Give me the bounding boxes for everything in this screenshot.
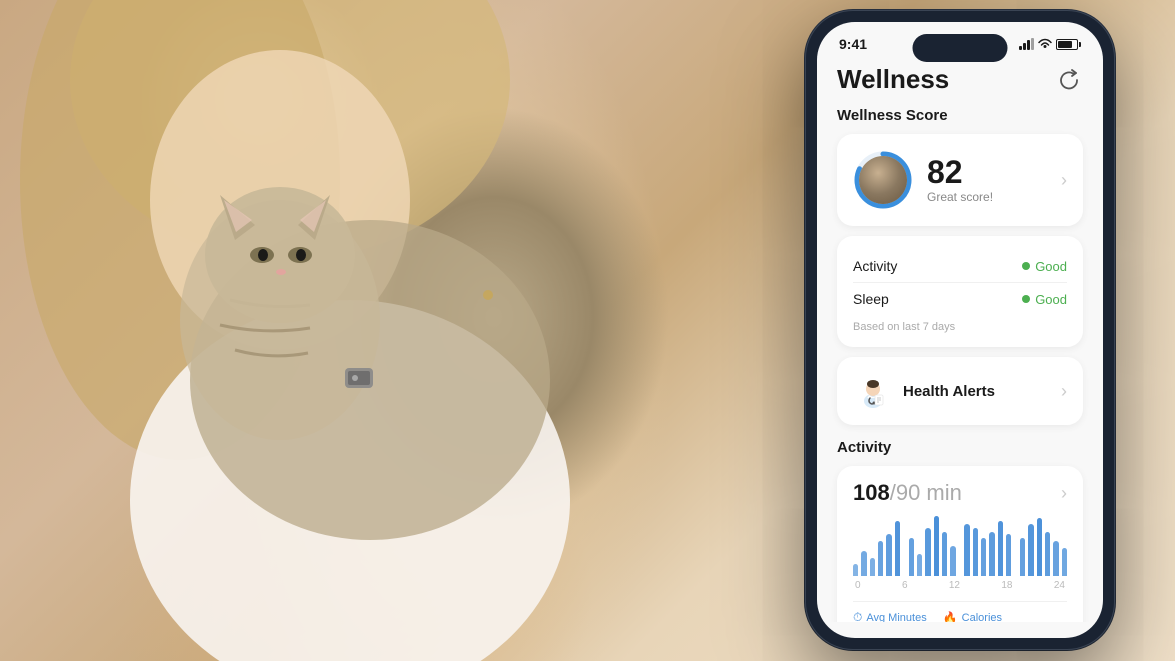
bar-chart-labels: 0 6 12 18 24 (853, 580, 1067, 591)
activity-status: Good (1022, 259, 1067, 274)
activity-status-text: Good (1035, 259, 1067, 274)
bar-label-18: 18 (1001, 580, 1012, 591)
bar-10 (942, 532, 947, 576)
activity-chevron-icon: › (1061, 483, 1067, 504)
score-number: 82 (927, 156, 993, 188)
bar-12 (964, 524, 969, 576)
bar-21 (1045, 532, 1050, 576)
activity-label: Activity (853, 258, 897, 274)
signal-bars-icon (1019, 38, 1034, 50)
legend-avg-minutes: ⏱ Avg Minutes (853, 610, 927, 622)
wellness-score-label: Wellness Score (837, 107, 1083, 124)
activity-card[interactable]: 108/90 min › 0 6 12 18 24 (837, 466, 1083, 622)
phone-frame: 9:41 (805, 10, 1115, 650)
activity-status-dot (1022, 262, 1030, 270)
bar-13 (973, 528, 978, 576)
bar-11 (950, 546, 955, 576)
activity-header: 108/90 min › (853, 480, 1067, 506)
bar-0 (853, 564, 858, 576)
status-icons (1019, 38, 1081, 50)
bar-label-0: 0 (855, 580, 861, 591)
signal-bar-1 (1019, 46, 1022, 50)
sleep-status-dot (1022, 295, 1030, 303)
battery-icon (1056, 39, 1081, 50)
bar-4 (886, 534, 891, 576)
bar-22 (1053, 541, 1058, 576)
wellness-score-left: 82 Great score! (853, 150, 993, 210)
activity-section-label: Activity (837, 439, 1083, 456)
bar-23 (1062, 548, 1067, 576)
wellness-details-card: Activity Good Sleep Good Based on l (837, 236, 1083, 347)
bar-16 (998, 521, 1003, 576)
legend-avg-label: Avg Minutes (866, 612, 926, 623)
sleep-status: Good (1022, 292, 1067, 307)
activity-bar-chart (853, 516, 1067, 576)
bar-19 (1028, 524, 1033, 576)
wifi-icon (1038, 38, 1052, 50)
refresh-icon (1058, 69, 1080, 91)
activity-current-minutes: 108 (853, 480, 890, 505)
sleep-detail-row: Sleep Good (853, 282, 1067, 315)
bar-6 (909, 538, 914, 576)
pet-avatar (859, 156, 907, 204)
dynamic-island (913, 34, 1008, 62)
activity-detail-row: Activity Good (853, 250, 1067, 282)
status-time: 9:41 (839, 36, 867, 52)
based-on-text: Based on last 7 days (853, 315, 1067, 333)
phone-screen: 9:41 (817, 22, 1103, 638)
wellness-circle-progress (853, 150, 913, 210)
app-header: Wellness (837, 56, 1083, 107)
bar-1 (861, 551, 866, 576)
bar-label-24: 24 (1054, 580, 1065, 591)
bar-14 (981, 538, 986, 576)
bar-3 (878, 541, 883, 576)
screen-content[interactable]: Wellness Wellness Score (817, 56, 1103, 622)
sleep-label: Sleep (853, 291, 889, 307)
chart-legend: ⏱ Avg Minutes 🔥 Calories (853, 601, 1067, 622)
refresh-button[interactable] (1055, 66, 1083, 94)
activity-section: Activity 108/90 min › 0 (837, 439, 1083, 622)
page-title: Wellness (837, 64, 949, 95)
legend-calories-label: Calories (962, 612, 1002, 623)
bar-15 (989, 532, 994, 576)
bar-label-6: 6 (902, 580, 908, 591)
signal-bar-2 (1023, 43, 1026, 50)
health-alerts-title: Health Alerts (903, 383, 995, 400)
bar-2 (870, 558, 875, 576)
score-info: 82 Great score! (927, 156, 993, 204)
doctor-illustration-icon (855, 373, 891, 409)
wellness-chevron-icon: › (1061, 170, 1067, 191)
wellness-score-card[interactable]: 82 Great score! › (837, 134, 1083, 226)
health-alerts-icon (853, 371, 893, 411)
signal-bar-3 (1027, 40, 1030, 50)
health-alerts-card[interactable]: Health Alerts › (837, 357, 1083, 425)
legend-calories: 🔥 Calories (943, 610, 1002, 622)
alerts-left: Health Alerts (853, 371, 995, 411)
flame-icon: 🔥 (943, 611, 958, 623)
bar-17 (1006, 534, 1011, 576)
bar-7 (917, 554, 922, 576)
bar-18 (1020, 538, 1025, 576)
phone-wrapper: 9:41 (805, 10, 1115, 650)
bar-9 (934, 516, 939, 576)
score-subtext: Great score! (927, 190, 993, 204)
health-alerts-chevron-icon: › (1061, 381, 1067, 402)
bar-5 (895, 521, 900, 576)
bar-label-12: 12 (949, 580, 960, 591)
bar-20 (1037, 518, 1042, 576)
activity-goal-text: /90 min (890, 480, 962, 505)
activity-minutes-display: 108/90 min (853, 480, 962, 506)
signal-bar-4 (1031, 38, 1034, 50)
pet-avatar-image (859, 156, 907, 204)
sleep-status-text: Good (1035, 292, 1067, 307)
bar-8 (925, 528, 930, 576)
clock-icon: ⏱ (853, 610, 862, 622)
